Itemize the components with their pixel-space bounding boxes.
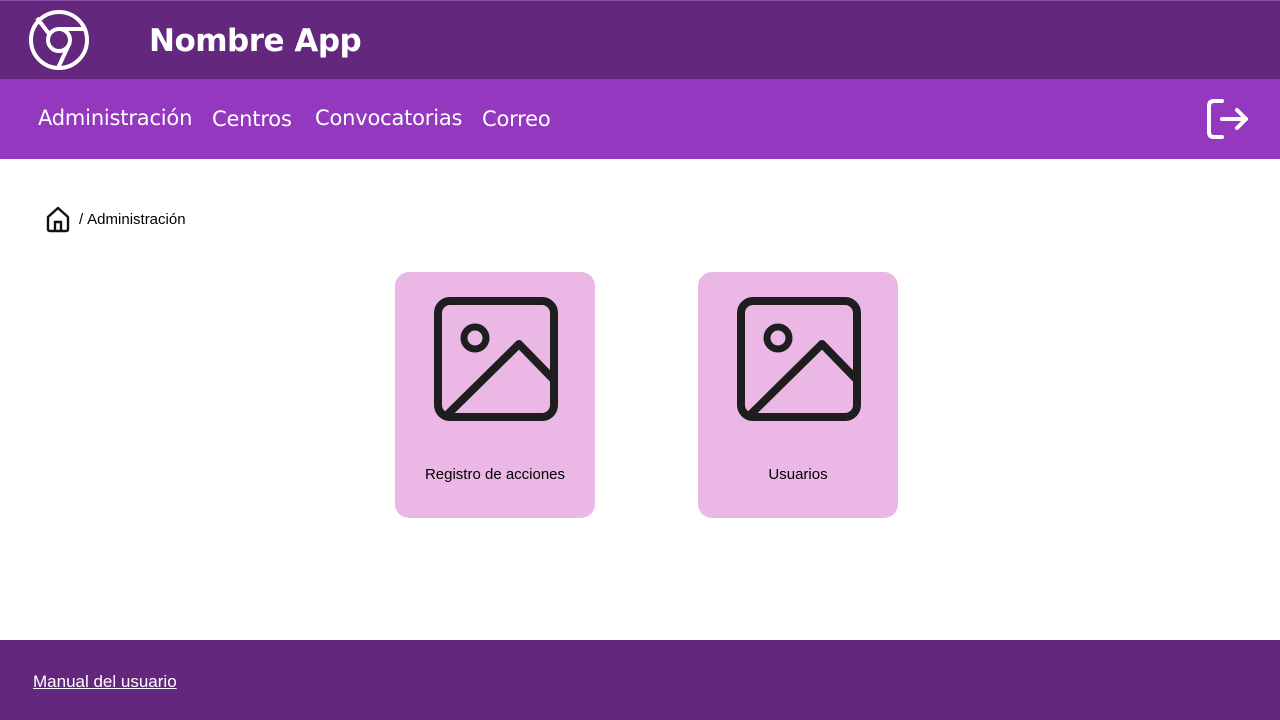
user-manual-link[interactable]: Manual del usuario xyxy=(33,672,177,692)
card-label: Registro de acciones xyxy=(424,466,566,483)
nav-item-convocatorias[interactable]: Convocatorias xyxy=(315,103,462,133)
card-label: Usuarios xyxy=(768,466,828,483)
nav-item-administracion[interactable]: Administración xyxy=(38,103,192,133)
nav-item-correo[interactable]: Correo xyxy=(482,104,551,134)
app-footer: Manual del usuario xyxy=(0,640,1280,720)
logout-icon[interactable] xyxy=(1204,97,1252,141)
main-navbar: Administración Centros Convocatorias Cor… xyxy=(0,79,1280,159)
app-header: Nombre App xyxy=(0,0,1280,79)
nav-item-centros[interactable]: Centros xyxy=(212,104,292,134)
card-registro-de-acciones[interactable]: Registro de acciones xyxy=(395,272,595,518)
image-placeholder-icon xyxy=(737,297,861,421)
breadcrumb-current: Administración xyxy=(87,210,186,228)
app-title: Nombre App xyxy=(149,23,362,59)
chrome-logo-icon[interactable] xyxy=(29,10,89,70)
breadcrumb-separator: / xyxy=(79,210,84,228)
breadcrumb: / Administración xyxy=(45,204,186,234)
image-placeholder-icon xyxy=(434,297,558,421)
home-icon[interactable] xyxy=(45,205,71,233)
card-usuarios[interactable]: Usuarios xyxy=(698,272,898,518)
